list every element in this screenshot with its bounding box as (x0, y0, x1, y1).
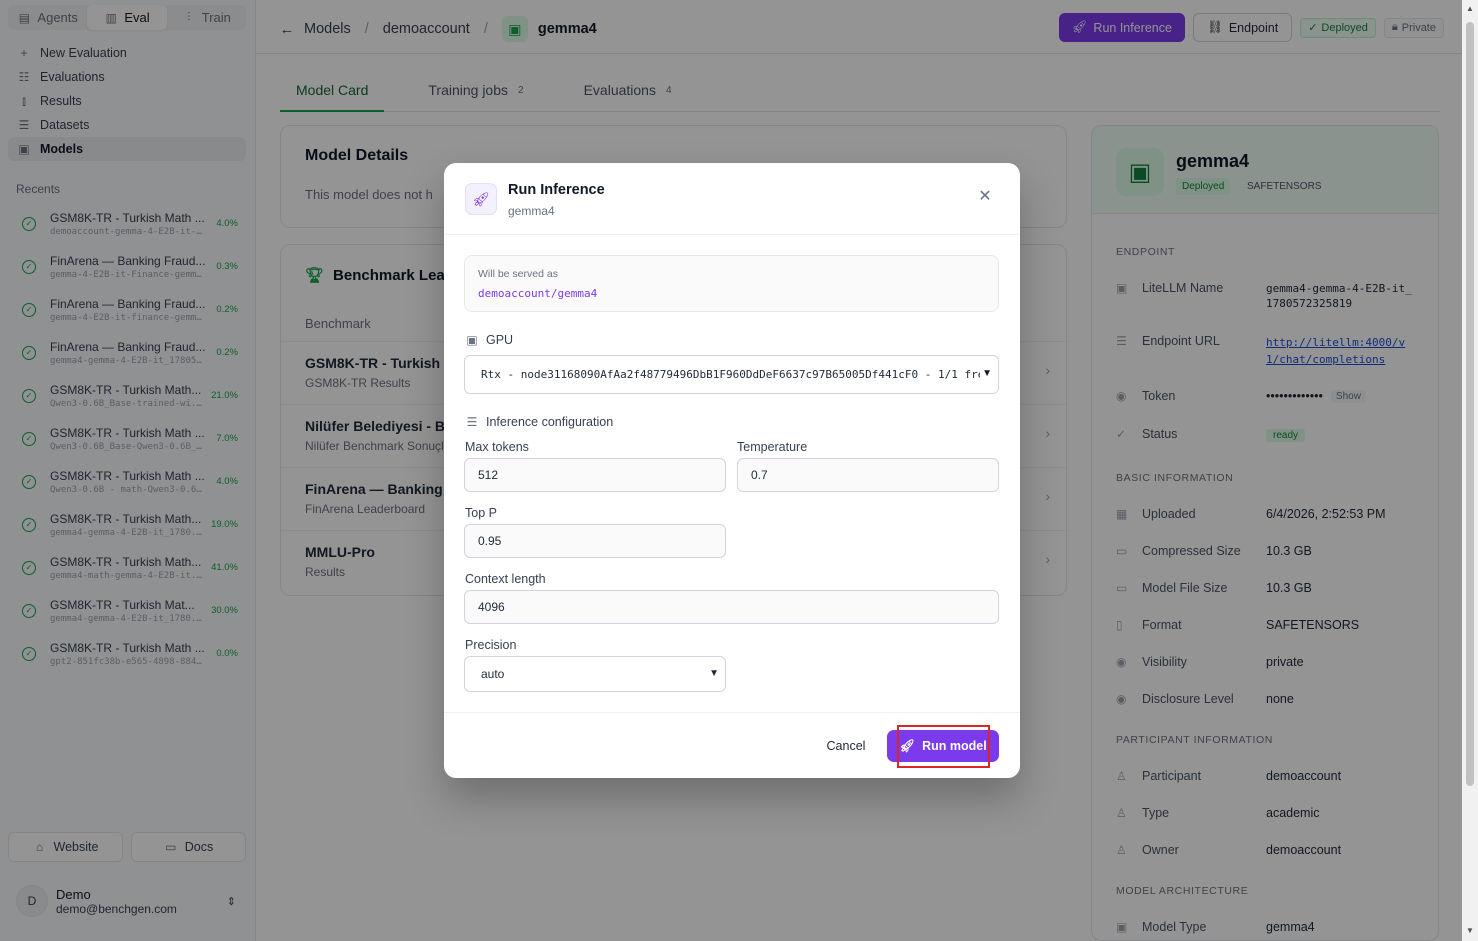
scroll-up-arrow-icon[interactable]: ▲ (1466, 4, 1474, 13)
precision-label: Precision (465, 638, 517, 652)
run-inference-dialog: 🚀︎ Run Inference gemma4 ✕ Will be served… (444, 163, 1020, 778)
run-model-button[interactable]: 🚀︎ Run model (887, 730, 999, 762)
close-icon[interactable]: ✕ (977, 189, 993, 205)
gpu-label: ▣ GPU (466, 333, 514, 347)
context-length-input[interactable]: 4096 (464, 590, 999, 624)
gpu-select[interactable]: Rtx - node31168090AfAa2f48779496DbB1F960… (464, 355, 999, 394)
cancel-button[interactable]: Cancel (820, 732, 872, 760)
dialog-subtitle: gemma4 (508, 204, 555, 218)
top-p-input[interactable]: 0.95 (464, 524, 726, 558)
dialog-title: Run Inference (508, 182, 605, 198)
max-tokens-input[interactable]: 512 (464, 458, 726, 492)
precision-select[interactable]: auto ▼ (464, 656, 726, 692)
served-as-label: Will be served as (478, 268, 558, 280)
chevron-down-icon: ▼ (980, 368, 992, 379)
rocket-icon: 🚀︎ (465, 183, 497, 215)
chevron-down-icon: ▼ (709, 668, 719, 679)
top-p-label: Top P (465, 506, 497, 520)
cpu-icon: ▣ (466, 333, 478, 347)
max-tokens-label: Max tokens (465, 440, 529, 454)
precision-select-value: auto (481, 667, 505, 681)
scrollbar-thumb[interactable] (1466, 22, 1474, 786)
dialog-header: 🚀︎ Run Inference gemma4 ✕ (444, 163, 1020, 235)
scroll-down-arrow-icon[interactable]: ▼ (1466, 926, 1474, 935)
page-scrollbar[interactable]: ▲ ▼ (1462, 0, 1478, 941)
dialog-footer: Cancel 🚀︎ Run model (444, 712, 1020, 778)
temperature-label: Temperature (737, 440, 808, 454)
sliders-icon: ☰ (466, 415, 478, 429)
served-as-box: Will be served as demoaccount/gemma4 (464, 255, 999, 312)
context-length-label: Context length (465, 572, 546, 586)
served-as-value: demoaccount/gemma4 (478, 287, 598, 300)
inference-config-label: ☰ Inference configuration (466, 415, 614, 429)
temperature-input[interactable]: 0.7 (737, 458, 999, 492)
gpu-select-value: Rtx - node31168090AfAa2f48779496DbB1F960… (481, 368, 981, 381)
rocket-icon: 🚀︎ (899, 738, 916, 753)
